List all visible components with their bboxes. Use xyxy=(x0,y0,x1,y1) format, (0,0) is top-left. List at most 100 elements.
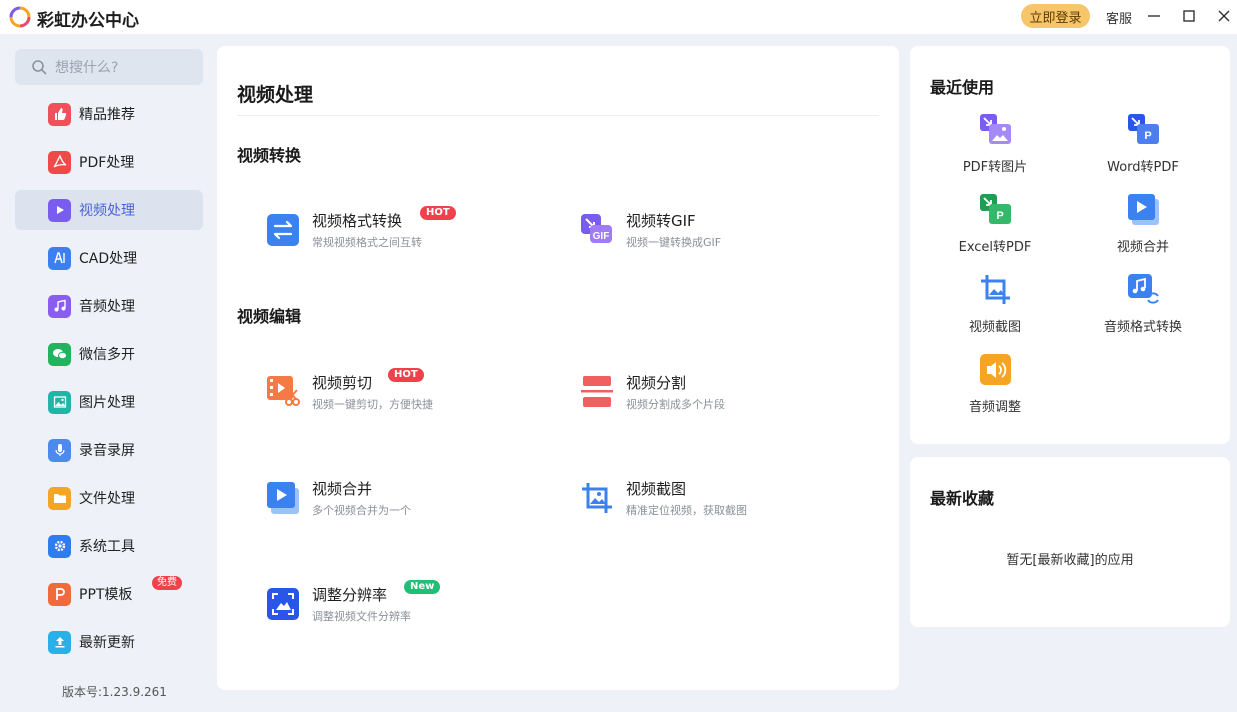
tool-desc: 视频分割成多个片段 xyxy=(626,398,725,411)
tool-name: 视频合并 xyxy=(312,480,373,498)
tool-video-format-convert[interactable]: 视频格式转换 HOT 常规视频格式之间互转 xyxy=(267,206,547,264)
tool-desc: 视频一键剪切，方便快捷 xyxy=(312,398,433,411)
minimize-icon[interactable] xyxy=(1144,6,1164,26)
image-icon xyxy=(48,390,71,414)
sidebar-item-label: 文件处理 xyxy=(79,491,135,507)
title-divider xyxy=(237,115,879,116)
resolution-icon xyxy=(267,588,299,620)
recent-item-pdf-to-image[interactable]: PDF转图片 xyxy=(920,114,1070,182)
main-panel: 视频处理 视频转换 视频格式转换 HOT 常规视频格式之间互转 GIF 视频转G… xyxy=(217,46,899,690)
pdf-icon xyxy=(48,150,71,174)
version-label: 版本号:1.23.9.261 xyxy=(62,685,167,699)
svg-text:GIF: GIF xyxy=(593,231,610,242)
section-title-video-edit: 视频编辑 xyxy=(237,307,302,326)
upload-icon xyxy=(48,630,71,654)
login-button[interactable]: 立即登录 xyxy=(1021,4,1090,28)
sidebar-item-label: PPT模板 xyxy=(79,587,133,603)
sidebar-item-file[interactable]: 文件处理 xyxy=(15,478,203,518)
search-placeholder: 想搜什么? xyxy=(55,60,119,76)
search-input[interactable]: 想搜什么? xyxy=(15,49,203,85)
tool-video-screenshot[interactable]: 视频截图 精准定位视频，获取截图 xyxy=(581,480,861,532)
sidebar-item-updates[interactable]: 最新更新 xyxy=(15,622,203,662)
tool-name: 视频转GIF xyxy=(626,212,696,230)
recent-item-video-screenshot[interactable]: 视频截图 xyxy=(920,274,1070,342)
crop-icon xyxy=(582,483,612,513)
tool-name: 视频剪切 xyxy=(312,374,373,392)
sidebar-item-wechat[interactable]: 微信多开 xyxy=(15,334,203,374)
sidebar-item-video[interactable]: 视频处理 xyxy=(15,190,203,230)
favorites-panel: 最新收藏 暂无[最新收藏]的应用 xyxy=(910,457,1230,627)
sidebar-item-pdf[interactable]: PDF处理 xyxy=(15,142,203,182)
sidebar-item-audio[interactable]: 音频处理 xyxy=(15,286,203,326)
wechat-icon xyxy=(48,342,71,366)
favorites-title: 最新收藏 xyxy=(930,489,995,508)
tool-desc: 常规视频格式之间互转 xyxy=(312,236,422,249)
tool-video-to-gif[interactable]: GIF 视频转GIF 视频一键转换成GIF xyxy=(581,212,861,264)
sidebar-item-label: 图片处理 xyxy=(79,395,135,411)
tool-video-merge[interactable]: 视频合并 多个视频合并为一个 xyxy=(267,480,547,532)
tool-video-cut[interactable]: 视频剪切 HOT 视频一键剪切，方便快捷 xyxy=(267,368,547,426)
recent-item-label: 音频格式转换 xyxy=(1103,320,1182,335)
recent-item-video-merge[interactable]: 视频合并 xyxy=(1068,194,1218,262)
new-badge: New xyxy=(404,580,441,594)
word-to-pdf-icon: P xyxy=(1128,114,1159,144)
gif-icon: GIF xyxy=(581,214,612,243)
volume-icon xyxy=(980,354,1011,385)
maximize-icon[interactable] xyxy=(1179,6,1199,26)
free-badge: 免费 xyxy=(152,576,182,590)
sidebar-item-label: 录音录屏 xyxy=(79,443,135,459)
sidebar-item-recommend[interactable]: 精品推荐 xyxy=(15,94,203,134)
sidebar-item-label: 系统工具 xyxy=(79,539,135,555)
sidebar-item-label: 视频处理 xyxy=(79,203,135,219)
tool-name: 视频格式转换 xyxy=(312,212,403,230)
pdf-to-image-icon xyxy=(980,114,1011,144)
recent-item-audio-adjust[interactable]: 音频调整 xyxy=(920,354,1070,422)
recent-title: 最近使用 xyxy=(930,78,995,97)
page-title: 视频处理 xyxy=(237,84,314,106)
sidebar-item-label: 最新更新 xyxy=(79,635,135,651)
sidebar-item-label: 音频处理 xyxy=(79,299,135,315)
customer-service-link[interactable]: 客服 xyxy=(1106,8,1132,27)
tool-desc: 调整视频文件分辨率 xyxy=(312,610,411,623)
tool-name: 视频截图 xyxy=(626,480,687,498)
hot-badge: HOT xyxy=(420,206,456,220)
merge-icon xyxy=(267,482,299,514)
tool-name: 视频分割 xyxy=(626,374,687,392)
sidebar-item-ppt[interactable]: PPT模板 免费 xyxy=(15,574,203,614)
recent-item-excel-to-pdf[interactable]: P Excel转PDF xyxy=(920,194,1070,262)
sidebar-item-system-tools[interactable]: 系统工具 xyxy=(15,526,203,566)
swap-icon xyxy=(267,214,299,246)
tool-desc: 精准定位视频，获取截图 xyxy=(626,504,747,517)
title-bar: 彩虹办公中心 立即登录 客服 xyxy=(0,0,1237,34)
svg-text:P: P xyxy=(996,210,1003,222)
excel-to-pdf-icon: P xyxy=(980,194,1011,224)
recent-item-word-to-pdf[interactable]: P Word转PDF xyxy=(1068,114,1218,182)
hot-badge: HOT xyxy=(388,368,424,382)
tool-desc: 视频一键转换成GIF xyxy=(626,236,722,249)
svg-text:P: P xyxy=(1144,130,1151,142)
sidebar-item-label: 精品推荐 xyxy=(79,107,135,123)
thumbs-up-icon xyxy=(48,102,71,126)
tool-adjust-resolution[interactable]: 调整分辨率 New 调整视频文件分辨率 xyxy=(267,580,547,638)
search-icon xyxy=(32,60,47,75)
cad-icon xyxy=(48,246,71,270)
tool-video-split[interactable]: 视频分割 视频分割成多个片段 xyxy=(581,374,861,426)
sidebar-item-image[interactable]: 图片处理 xyxy=(15,382,203,422)
rainbow-logo-icon xyxy=(9,6,31,28)
favorites-empty-text: 暂无[最新收藏]的应用 xyxy=(1006,553,1134,568)
recent-item-audio-convert[interactable]: 音频格式转换 xyxy=(1068,274,1218,342)
music-icon xyxy=(48,294,71,318)
sidebar-item-cad[interactable]: CAD处理 xyxy=(15,238,203,278)
microphone-icon xyxy=(48,438,71,462)
sidebar-item-recording[interactable]: 录音录屏 xyxy=(15,430,203,470)
tool-name: 调整分辨率 xyxy=(312,586,388,604)
gear-icon xyxy=(48,534,71,558)
recent-item-label: Excel转PDF xyxy=(958,240,1032,255)
merge-icon xyxy=(1128,194,1159,225)
app-title: 彩虹办公中心 xyxy=(37,11,139,31)
audio-convert-icon xyxy=(1128,274,1159,304)
video-cut-icon xyxy=(267,376,300,406)
play-icon xyxy=(48,198,71,222)
recent-item-label: Word转PDF xyxy=(1107,160,1179,175)
close-icon[interactable] xyxy=(1214,6,1234,26)
